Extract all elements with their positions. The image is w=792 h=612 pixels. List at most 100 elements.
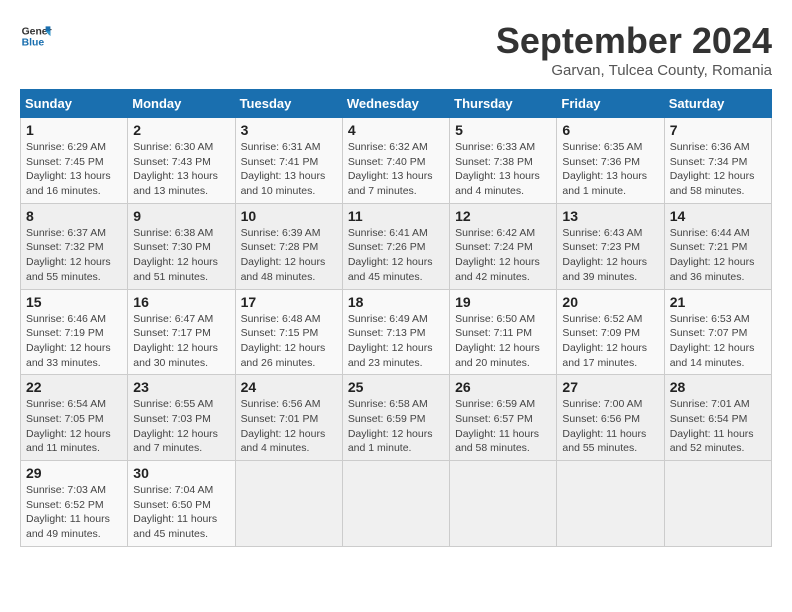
day-detail: Sunrise: 6:49 AMSunset: 7:13 PMDaylight:… (348, 312, 444, 371)
day-detail: Sunrise: 6:41 AMSunset: 7:26 PMDaylight:… (348, 226, 444, 285)
week-row: 22 Sunrise: 6:54 AMSunset: 7:05 PMDayligh… (21, 375, 772, 461)
day-number: 16 (133, 294, 229, 310)
calendar-cell: 30 Sunrise: 7:04 AMSunset: 6:50 PMDayligh… (128, 461, 235, 547)
calendar-cell: 19 Sunrise: 6:50 AMSunset: 7:11 PMDayligh… (450, 289, 557, 375)
calendar-cell: 23Sunrise: 6:55 AMSunset: 7:03 PMDayligh… (128, 375, 235, 461)
calendar-cell: 29 Sunrise: 7:03 AMSunset: 6:52 PMDayligh… (21, 461, 128, 547)
calendar-cell (342, 461, 449, 547)
day-number: 18 (348, 294, 444, 310)
day-detail: Sunrise: 6:32 AMSunset: 7:40 PMDaylight:… (348, 140, 444, 199)
day-number: 14 (670, 208, 766, 224)
day-number: 24 (241, 379, 337, 395)
calendar-cell: 15 Sunrise: 6:46 AMSunset: 7:19 PMDayligh… (21, 289, 128, 375)
calendar-cell: 10 Sunrise: 6:39 AMSunset: 7:28 PMDayligh… (235, 203, 342, 289)
day-detail: Sunrise: 7:01 AMSunset: 6:54 PMDaylight:… (670, 397, 766, 456)
day-number: 23 (133, 379, 229, 395)
day-number: 30 (133, 465, 229, 481)
day-detail: Sunrise: 6:44 AMSunset: 7:21 PMDaylight:… (670, 226, 766, 285)
day-number: 8 (26, 208, 122, 224)
calendar-cell: 8 Sunrise: 6:37 AMSunset: 7:32 PMDaylight… (21, 203, 128, 289)
day-number: 10 (241, 208, 337, 224)
day-header-saturday: Saturday (664, 90, 771, 118)
calendar-cell: 18 Sunrise: 6:49 AMSunset: 7:13 PMDayligh… (342, 289, 449, 375)
calendar-cell: 7 Sunrise: 6:36 AMSunset: 7:34 PMDaylight… (664, 118, 771, 204)
week-row: 1Sunrise: 6:29 AMSunset: 7:45 PMDaylight… (21, 118, 772, 204)
day-detail: Sunrise: 6:48 AMSunset: 7:15 PMDaylight:… (241, 312, 337, 371)
day-header-sunday: Sunday (21, 90, 128, 118)
calendar-cell: 6 Sunrise: 6:35 AMSunset: 7:36 PMDaylight… (557, 118, 664, 204)
day-detail: Sunrise: 6:46 AMSunset: 7:19 PMDaylight:… (26, 312, 122, 371)
page-header: General Blue September 2024 Garvan, Tulc… (20, 20, 772, 79)
calendar-cell: 14 Sunrise: 6:44 AMSunset: 7:21 PMDayligh… (664, 203, 771, 289)
logo-icon: General Blue (20, 20, 52, 52)
day-number: 3 (241, 122, 337, 138)
calendar-cell: 20 Sunrise: 6:52 AMSunset: 7:09 PMDayligh… (557, 289, 664, 375)
calendar-cell: 3 Sunrise: 6:31 AMSunset: 7:41 PMDaylight… (235, 118, 342, 204)
header-row: SundayMondayTuesdayWednesdayThursdayFrid… (21, 90, 772, 118)
day-number: 2 (133, 122, 229, 138)
day-detail: Sunrise: 7:04 AMSunset: 6:50 PMDaylight:… (133, 483, 229, 542)
calendar-cell: 4 Sunrise: 6:32 AMSunset: 7:40 PMDaylight… (342, 118, 449, 204)
day-number: 29 (26, 465, 122, 481)
day-detail: Sunrise: 6:39 AMSunset: 7:28 PMDaylight:… (241, 226, 337, 285)
day-number: 20 (562, 294, 658, 310)
day-detail: Sunrise: 6:47 AMSunset: 7:17 PMDaylight:… (133, 312, 229, 371)
day-number: 7 (670, 122, 766, 138)
day-detail: Sunrise: 6:59 AMSunset: 6:57 PMDaylight:… (455, 397, 551, 456)
week-row: 8 Sunrise: 6:37 AMSunset: 7:32 PMDaylight… (21, 203, 772, 289)
calendar-cell (557, 461, 664, 547)
calendar-cell: 1Sunrise: 6:29 AMSunset: 7:45 PMDaylight… (21, 118, 128, 204)
day-header-tuesday: Tuesday (235, 90, 342, 118)
day-detail: Sunrise: 6:30 AMSunset: 7:43 PMDaylight:… (133, 140, 229, 199)
calendar-cell: 16 Sunrise: 6:47 AMSunset: 7:17 PMDayligh… (128, 289, 235, 375)
day-detail: Sunrise: 6:31 AMSunset: 7:41 PMDaylight:… (241, 140, 337, 199)
calendar-cell: 2 Sunrise: 6:30 AMSunset: 7:43 PMDaylight… (128, 118, 235, 204)
day-number: 19 (455, 294, 551, 310)
week-row: 15 Sunrise: 6:46 AMSunset: 7:19 PMDayligh… (21, 289, 772, 375)
day-number: 15 (26, 294, 122, 310)
day-number: 6 (562, 122, 658, 138)
day-number: 22 (26, 379, 122, 395)
day-detail: Sunrise: 6:37 AMSunset: 7:32 PMDaylight:… (26, 226, 122, 285)
day-detail: Sunrise: 6:38 AMSunset: 7:30 PMDaylight:… (133, 226, 229, 285)
day-detail: Sunrise: 6:33 AMSunset: 7:38 PMDaylight:… (455, 140, 551, 199)
day-detail: Sunrise: 6:36 AMSunset: 7:34 PMDaylight:… (670, 140, 766, 199)
title-block: September 2024 Garvan, Tulcea County, Ro… (496, 20, 772, 79)
calendar-cell: 13Sunrise: 6:43 AMSunset: 7:23 PMDayligh… (557, 203, 664, 289)
location: Garvan, Tulcea County, Romania (496, 62, 772, 79)
day-number: 21 (670, 294, 766, 310)
calendar-cell: 12 Sunrise: 6:42 AMSunset: 7:24 PMDayligh… (450, 203, 557, 289)
day-number: 12 (455, 208, 551, 224)
day-detail: Sunrise: 7:03 AMSunset: 6:52 PMDaylight:… (26, 483, 122, 542)
day-detail: Sunrise: 7:00 AMSunset: 6:56 PMDaylight:… (562, 397, 658, 456)
day-detail: Sunrise: 6:50 AMSunset: 7:11 PMDaylight:… (455, 312, 551, 371)
calendar-cell: 11Sunrise: 6:41 AMSunset: 7:26 PMDayligh… (342, 203, 449, 289)
calendar-table: SundayMondayTuesdayWednesdayThursdayFrid… (20, 89, 772, 547)
day-number: 13 (562, 208, 658, 224)
day-detail: Sunrise: 6:42 AMSunset: 7:24 PMDaylight:… (455, 226, 551, 285)
svg-text:Blue: Blue (22, 38, 45, 49)
calendar-cell: 9 Sunrise: 6:38 AMSunset: 7:30 PMDaylight… (128, 203, 235, 289)
calendar-cell: 5 Sunrise: 6:33 AMSunset: 7:38 PMDaylight… (450, 118, 557, 204)
calendar-cell: 21 Sunrise: 6:53 AMSunset: 7:07 PMDayligh… (664, 289, 771, 375)
day-number: 5 (455, 122, 551, 138)
day-number: 28 (670, 379, 766, 395)
day-detail: Sunrise: 6:53 AMSunset: 7:07 PMDaylight:… (670, 312, 766, 371)
day-number: 9 (133, 208, 229, 224)
day-header-thursday: Thursday (450, 90, 557, 118)
calendar-cell: 27 Sunrise: 7:00 AMSunset: 6:56 PMDayligh… (557, 375, 664, 461)
day-header-monday: Monday (128, 90, 235, 118)
calendar-cell: 17 Sunrise: 6:48 AMSunset: 7:15 PMDayligh… (235, 289, 342, 375)
day-detail: Sunrise: 6:35 AMSunset: 7:36 PMDaylight:… (562, 140, 658, 199)
day-detail: Sunrise: 6:54 AMSunset: 7:05 PMDaylight:… (26, 397, 122, 456)
calendar-cell (450, 461, 557, 547)
day-detail: Sunrise: 6:29 AMSunset: 7:45 PMDaylight:… (26, 140, 122, 199)
calendar-cell: 28 Sunrise: 7:01 AMSunset: 6:54 PMDayligh… (664, 375, 771, 461)
day-number: 17 (241, 294, 337, 310)
week-row: 29 Sunrise: 7:03 AMSunset: 6:52 PMDayligh… (21, 461, 772, 547)
logo: General Blue (20, 20, 52, 52)
day-detail: Sunrise: 6:52 AMSunset: 7:09 PMDaylight:… (562, 312, 658, 371)
calendar-cell: 25Sunrise: 6:58 AMSunset: 6:59 PMDayligh… (342, 375, 449, 461)
day-number: 27 (562, 379, 658, 395)
day-number: 4 (348, 122, 444, 138)
